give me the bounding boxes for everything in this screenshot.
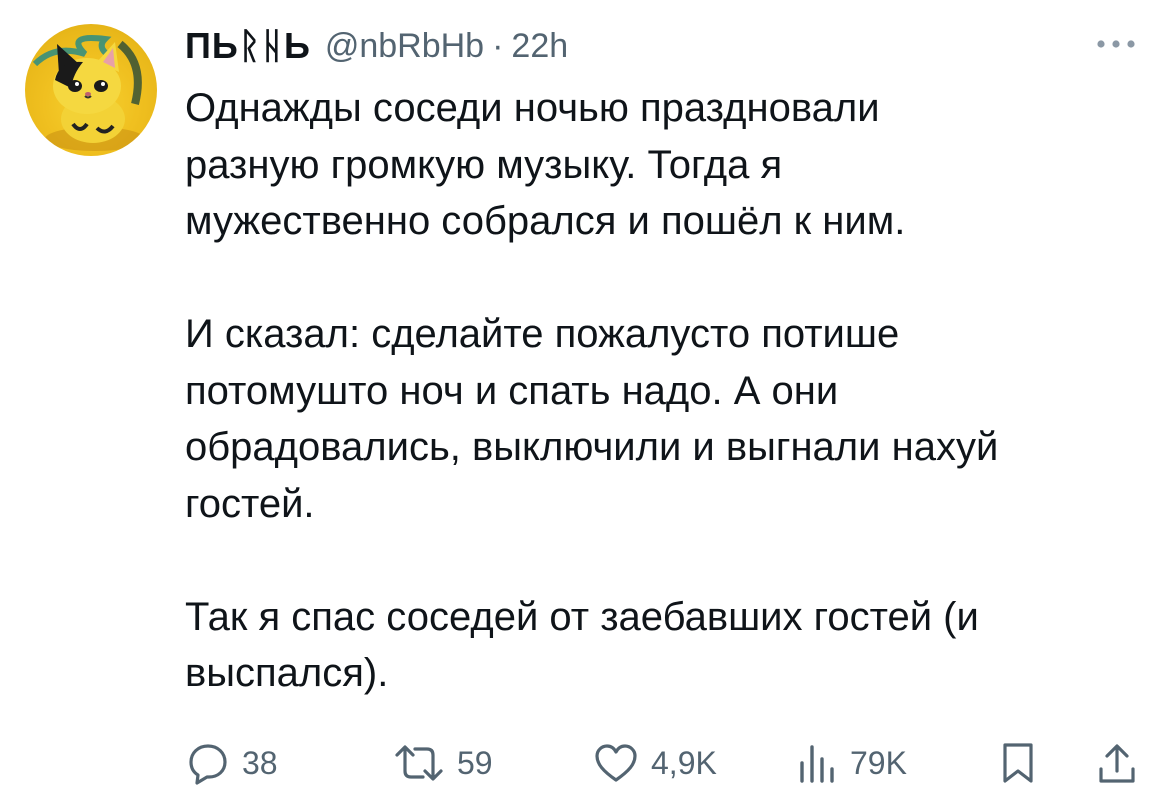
timestamp[interactable]: 22h: [511, 27, 568, 66]
like-count: 4,9K: [651, 744, 717, 781]
views-button[interactable]: 79K: [796, 738, 907, 788]
retweet-icon: [395, 745, 443, 781]
action-bar: 38 59 4,9K 79K: [0, 738, 1170, 788]
bookmark-button[interactable]: [1000, 738, 1036, 788]
tweet-line: потомушто ноч и спать надо. А они: [185, 368, 839, 413]
tweet-header: ПЬᚱᚺЬ @nbRbHb · 22h: [185, 22, 568, 70]
tweet-line: обрадовались, выключили и выгнали нахуй: [185, 425, 999, 469]
share-button[interactable]: [1096, 738, 1138, 788]
reply-button[interactable]: 38: [186, 738, 278, 788]
tweet-line: гостей.: [185, 481, 315, 526]
views-count: 79K: [850, 744, 907, 781]
retweet-count: 59: [457, 744, 493, 781]
more-icon: [1097, 40, 1135, 48]
cat-avatar-icon: [32, 35, 145, 151]
more-options-button[interactable]: [1094, 30, 1138, 58]
tweet-line: выспался).: [185, 651, 389, 695]
separator-dot: ·: [492, 26, 504, 65]
like-icon: [595, 744, 637, 782]
reply-icon: [189, 744, 227, 785]
tweet-line: И сказал: сделайте пожалусто потише: [185, 312, 900, 356]
tweet-line: Однажды соседи ночью праздновали: [185, 86, 880, 130]
share-icon: [1099, 744, 1135, 783]
tweet-text: Однажды соседи ночью праздновали разную …: [185, 80, 1145, 702]
bookmark-icon: [1003, 743, 1033, 783]
user-handle[interactable]: @nbRbHb: [325, 27, 484, 66]
views-icon: [800, 745, 834, 783]
like-button[interactable]: 4,9K: [593, 738, 717, 788]
tweet-line: разную громкую музыку. Тогда я: [185, 142, 783, 187]
tweet-line: Так я спас соседей от заебавших гостей (…: [185, 594, 979, 639]
tweet-line: мужественно собрался и пошёл к ним.: [185, 199, 906, 243]
avatar[interactable]: [25, 24, 157, 156]
display-name[interactable]: ПЬᚱᚺЬ: [185, 25, 311, 67]
tweet: ПЬᚱᚺЬ @nbRbHb · 22h Однажды соседи ночью…: [0, 0, 1170, 811]
retweet-button[interactable]: 59: [393, 738, 493, 788]
reply-count: 38: [242, 744, 278, 781]
